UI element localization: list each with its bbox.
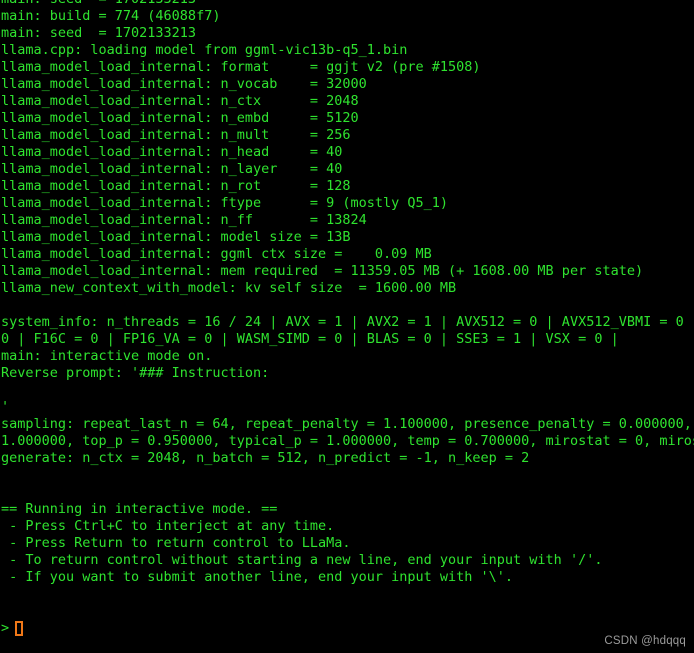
terminal-line: llama_model_load_internal: n_ctx = 2048 xyxy=(1,93,359,109)
terminal-line: ' xyxy=(1,399,10,415)
terminal-line: llama_model_load_internal: ggml ctx size… xyxy=(1,246,432,262)
terminal-line: llama_model_load_internal: n_vocab = 320… xyxy=(1,76,367,92)
terminal-line: - To return control without starting a n… xyxy=(1,552,603,568)
terminal-line: llama_model_load_internal: mem required … xyxy=(1,263,644,279)
terminal-line: llama_model_load_internal: format = ggjt… xyxy=(1,59,481,75)
terminal-line: llama_model_load_internal: n_ff = 13824 xyxy=(1,212,367,228)
terminal-line: main: seed = 1702133213 xyxy=(1,25,197,41)
terminal-line: llama_model_load_internal: n_head = 40 xyxy=(1,144,343,160)
terminal-line: generate: n_ctx = 2048, n_batch = 512, n… xyxy=(1,450,530,466)
terminal-line: llama.cpp: loading model from ggml-vic13… xyxy=(1,42,408,58)
terminal-line-clipped: main: seed = 1702133213 xyxy=(0,0,694,8)
terminal-line: - If you want to submit another line, en… xyxy=(1,569,514,585)
terminal-line: system_info: n_threads = 16 / 24 | AVX =… xyxy=(1,314,694,330)
terminal-line: 1.000000, top_p = 0.950000, typical_p = … xyxy=(1,433,694,449)
terminal-line: main: build = 774 (46088f7) xyxy=(1,8,221,24)
text-cursor[interactable] xyxy=(15,621,24,636)
terminal-output: main: seed = 1702133213 main: build = 77… xyxy=(0,0,694,637)
terminal-line: llama_model_load_internal: n_rot = 128 xyxy=(1,178,351,194)
terminal-line: llama_model_load_internal: n_mult = 256 xyxy=(1,127,351,143)
terminal-line: main: interactive mode on. xyxy=(1,348,213,364)
terminal-line: llama_model_load_internal: n_embd = 5120 xyxy=(1,110,359,126)
terminal-window: main: seed = 1702133213 main: build = 77… xyxy=(0,0,694,653)
terminal-line: llama_model_load_internal: model size = … xyxy=(1,229,351,245)
terminal-line: - Press Ctrl+C to interject at any time. xyxy=(1,518,335,534)
terminal-line: sampling: repeat_last_n = 64, repeat_pen… xyxy=(1,416,692,432)
watermark-label: CSDN @hdqqq xyxy=(604,635,686,647)
terminal-line: llama_model_load_internal: ftype = 9 (mo… xyxy=(1,195,449,211)
prompt-symbol: > xyxy=(1,620,10,636)
terminal-prompt-row[interactable]: > xyxy=(0,620,694,637)
terminal-line: - Press Return to return control to LLaM… xyxy=(1,535,351,551)
terminal-line: llama_new_context_with_model: kv self si… xyxy=(1,280,457,296)
terminal-line: Reverse prompt: '### Instruction: xyxy=(1,365,270,381)
terminal-line: == Running in interactive mode. == xyxy=(1,501,278,517)
terminal-line: llama_model_load_internal: n_layer = 40 xyxy=(1,161,343,177)
terminal-line: 0 | F16C = 0 | FP16_VA = 0 | WASM_SIMD =… xyxy=(1,331,627,347)
